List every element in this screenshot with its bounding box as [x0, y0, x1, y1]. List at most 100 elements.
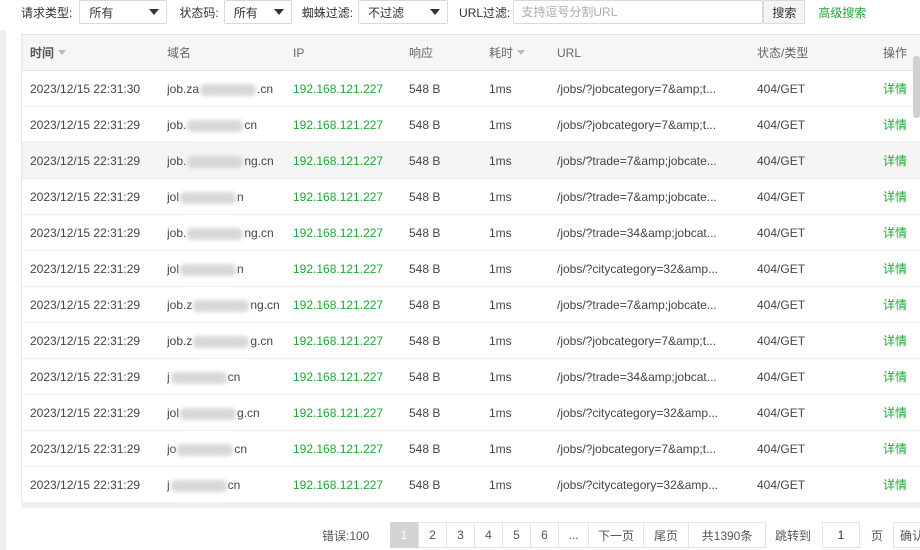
cell-response-size: 548 B [409, 406, 441, 420]
table-row[interactable]: 2023/12/15 22:31:29 job.z g.cn 192.168.121.… [22, 323, 920, 359]
table-row[interactable]: 2023/12/15 22:31:29 job. ng.cn 192.168.121.… [22, 215, 920, 251]
left-panel-edge [0, 30, 6, 550]
spider-filter-label: 蜘蛛过滤: [301, 5, 354, 20]
status-code-select[interactable]: 所有 [223, 0, 292, 24]
header-response: 响应 [409, 46, 434, 60]
details-link[interactable]: 详情 [883, 251, 907, 287]
domain-visible-start: jo [167, 442, 177, 456]
page-button-3[interactable]: 3 [446, 522, 475, 548]
horizontal-scrollbar[interactable] [21, 502, 920, 508]
advanced-search-link[interactable]: 高级搜索 [818, 4, 866, 21]
details-link[interactable]: 详情 [883, 323, 907, 359]
redacted-mask [193, 335, 250, 348]
domain-visible-start: jol [167, 406, 180, 420]
cell-duration: 1ms [489, 370, 512, 384]
cell-time: 2023/12/15 22:31:30 [30, 82, 141, 96]
cell-domain: job. cn [167, 107, 257, 143]
cell-domain: job.z ng.cn [167, 287, 280, 323]
page-button-4[interactable]: 4 [474, 522, 503, 548]
cell-time: 2023/12/15 22:31:29 [30, 154, 141, 168]
table-row[interactable]: 2023/12/15 22:31:29 job. ng.cn 192.168.121.… [22, 143, 920, 179]
page-button-2[interactable]: 2 [418, 522, 447, 548]
table-row[interactable]: 2023/12/15 22:31:29 j cn 192.168.121.227 548… [22, 467, 920, 502]
cell-duration: 1ms [489, 478, 512, 492]
domain-visible-start: j [167, 370, 170, 384]
cell-ip: 192.168.121.227 [293, 478, 384, 492]
table-row[interactable]: 2023/12/15 22:31:29 job.z ng.cn 192.168.121… [22, 287, 920, 323]
next-page-button[interactable]: 下一页 [588, 522, 644, 548]
page-button-6[interactable]: 6 [530, 522, 559, 548]
error-count: 错误:100 [322, 529, 370, 543]
page-unit-label: 页 [871, 529, 884, 543]
table-row[interactable]: 2023/12/15 22:31:29 jo cn 192.168.121.227 54… [22, 431, 920, 467]
header-ip: IP [293, 46, 305, 60]
cell-url: /jobs/?citycategory=32&amp... [557, 478, 719, 492]
details-link[interactable]: 详情 [883, 359, 907, 395]
table-row[interactable]: 2023/12/15 22:31:29 jol n 192.168.121.227 54… [22, 251, 920, 287]
redacted-mask [170, 479, 227, 492]
cell-status-type: 404/GET [757, 298, 806, 312]
domain-visible-start: jol [167, 190, 180, 204]
cell-domain: job.za .cn [167, 71, 273, 107]
goto-page-input[interactable] [822, 522, 860, 548]
cell-response-size: 548 B [409, 190, 441, 204]
cell-domain: jol g.cn [167, 395, 260, 431]
status-code-value: 所有 [233, 5, 258, 20]
details-link[interactable]: 详情 [883, 107, 907, 143]
search-button[interactable]: 搜索 [763, 0, 806, 24]
cell-status-type: 404/GET [757, 334, 806, 348]
page-ellipsis: ... [558, 522, 589, 548]
cell-response-size: 548 B [409, 82, 441, 96]
page-button-1[interactable]: 1 [390, 522, 418, 548]
filter-bar: 请求类型: 所有 状态码: 所有 蜘蛛过滤: 不过滤 URL过滤: 搜索 高级搜… [0, 0, 920, 24]
domain-visible-end: ng.cn [244, 226, 274, 240]
redacted-mask [187, 227, 244, 240]
header-domain: 域名 [167, 46, 192, 60]
domain-visible-end: g.cn [237, 406, 260, 420]
redacted-mask [193, 299, 250, 312]
domain-visible-end: cn [234, 442, 248, 456]
details-link[interactable]: 详情 [883, 143, 907, 179]
redacted-mask [180, 191, 237, 204]
domain-visible-start: job.z [167, 334, 193, 348]
url-filter-input[interactable] [513, 0, 764, 24]
table-row[interactable]: 2023/12/15 22:31:29 job. cn 192.168.121.227… [22, 107, 920, 143]
cell-ip: 192.168.121.227 [293, 406, 384, 420]
vertical-scrollbar[interactable] [913, 56, 920, 118]
cell-url: /jobs/?citycategory=32&amp... [557, 262, 719, 276]
table-row[interactable]: 2023/12/15 22:31:29 j cn 192.168.121.227 548… [22, 359, 920, 395]
domain-visible-start: job. [167, 154, 187, 168]
header-time[interactable]: 时间 [30, 35, 67, 71]
table-row[interactable]: 2023/12/15 22:31:29 jol g.cn 192.168.121.22… [22, 395, 920, 431]
cell-status-type: 404/GET [757, 226, 806, 240]
cell-response-size: 548 B [409, 442, 441, 456]
cell-time: 2023/12/15 22:31:29 [30, 478, 141, 492]
header-duration[interactable]: 耗时 [489, 35, 526, 71]
spider-filter-select[interactable]: 不过滤 [358, 0, 449, 24]
table-row[interactable]: 2023/12/15 22:31:29 jol n 192.168.121.227 54… [22, 179, 920, 215]
cell-response-size: 548 B [409, 478, 441, 492]
domain-visible-end: ng.cn [244, 154, 274, 168]
cell-domain: jol n [167, 179, 244, 215]
domain-visible-end: n [237, 262, 244, 276]
details-link[interactable]: 详情 [883, 71, 907, 107]
page-button-5[interactable]: 5 [502, 522, 531, 548]
request-type-select[interactable]: 所有 [79, 0, 168, 24]
chevron-down-icon [273, 9, 284, 15]
details-link[interactable]: 详情 [883, 287, 907, 323]
last-page-button[interactable]: 尾页 [643, 522, 689, 548]
table-row[interactable]: 2023/12/15 22:31:30 job.za .cn 192.168.121.… [22, 71, 920, 107]
chevron-down-icon [430, 9, 441, 15]
cell-time: 2023/12/15 22:31:29 [30, 118, 141, 132]
cell-duration: 1ms [489, 154, 512, 168]
confirm-button[interactable]: 确认 [893, 522, 920, 548]
details-link[interactable]: 详情 [883, 431, 907, 467]
cell-time: 2023/12/15 22:31:29 [30, 370, 141, 384]
details-link[interactable]: 详情 [883, 467, 907, 502]
cell-time: 2023/12/15 22:31:29 [30, 334, 141, 348]
cell-response-size: 548 B [409, 262, 441, 276]
details-link[interactable]: 详情 [883, 215, 907, 251]
details-link[interactable]: 详情 [883, 179, 907, 215]
details-link[interactable]: 详情 [883, 395, 907, 431]
cell-status-type: 404/GET [757, 262, 806, 276]
